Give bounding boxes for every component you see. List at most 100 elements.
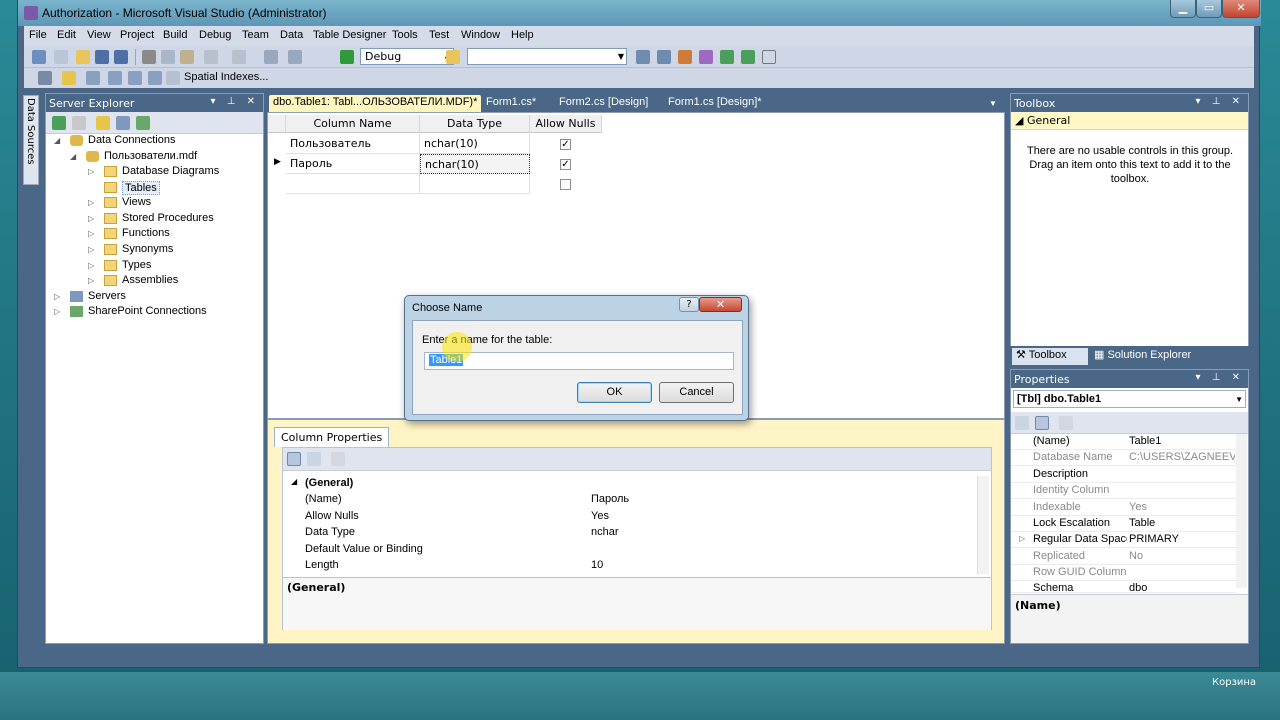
cell-data-type[interactable]: nchar(10) [420,134,530,154]
title-bar[interactable]: Authorization - Microsoft Visual Studio … [18,0,1261,26]
menu-team[interactable]: Team [242,29,269,41]
recycle-bin-label[interactable]: Корзина [1212,677,1256,688]
tree-item-functions[interactable]: ▷ Functions [88,227,258,243]
vertical-scrollbar[interactable] [1236,434,1247,588]
property-row-length[interactable]: Length 10 [283,558,983,574]
column-header-allow-nulls[interactable]: Allow Nulls [530,115,602,133]
tree-item-synonyms[interactable]: ▷ Synonyms [88,243,258,259]
stop-refresh-icon[interactable] [72,116,86,130]
menu-view[interactable]: View [87,29,111,41]
property-value[interactable]: Table [1129,517,1235,529]
menu-window[interactable]: Window [461,29,500,41]
check-constraints-icon[interactable] [128,71,142,85]
copy-icon[interactable] [161,50,175,64]
alphabetical-icon[interactable] [1035,416,1049,430]
spatial-indexes-icon[interactable] [166,71,180,85]
property-row-regular-data-space[interactable]: ▷ Regular Data Space S PRIMARY [1011,532,1236,548]
expand-arrow-icon[interactable]: ▷ [88,167,94,176]
help-button[interactable]: ? [679,297,699,312]
start-page-icon[interactable] [720,50,734,64]
panel-pin-close-icons[interactable]: ▾ ⊥ ✕ [1196,96,1244,107]
redo-icon[interactable] [232,50,246,64]
property-row-description[interactable]: Description [1011,467,1236,483]
menu-edit[interactable]: Edit [57,29,76,41]
cell-column-name[interactable]: Пароль [286,154,420,174]
menu-file[interactable]: File [29,29,47,41]
tab-column-properties[interactable]: Column Properties [274,427,390,447]
menu-tools[interactable]: Tools [392,29,418,41]
cell-column-name[interactable]: Пользователь [286,134,420,154]
xml-indexes-icon[interactable] [148,71,162,85]
collapse-arrow-icon[interactable]: ◢ [70,152,76,161]
close-button[interactable]: ✕ [1222,0,1260,18]
tree-item-views[interactable]: ▷ Views [88,196,258,212]
cell-column-name[interactable] [286,174,420,194]
allow-nulls-checkbox[interactable]: ✓ [560,139,571,150]
solution-explorer-icon[interactable] [636,50,650,64]
key-icon[interactable] [62,71,76,85]
collapse-arrow-icon[interactable]: ◢ [291,477,297,486]
navigate-back-icon[interactable] [264,50,278,64]
expand-arrow-icon[interactable]: ▷ [88,214,94,223]
table-name-input[interactable]: Table1 [424,352,734,370]
property-row-name[interactable]: (Name) Table1 [1011,434,1236,450]
property-row-data-type[interactable]: Data Type nchar [283,525,983,541]
undo-icon[interactable] [204,50,218,64]
new-project-icon[interactable] [32,50,46,64]
ok-button[interactable]: OK [577,382,652,403]
property-pages-icon[interactable] [1059,416,1073,430]
properties-object-select[interactable]: [Tbl] dbo.Table1 ▼ [1013,390,1246,408]
expand-arrow-icon[interactable]: ▷ [54,292,60,301]
find-combo[interactable]: ▼ [467,48,627,65]
property-value[interactable]: Table1 [1129,435,1235,447]
expand-arrow-icon[interactable]: ▷ [88,229,94,238]
tab-form2-design[interactable]: Form2.cs [Design] [555,95,652,112]
property-row-allow-nulls[interactable]: Allow Nulls Yes [283,509,983,525]
tree-item-sharepoint-connections[interactable]: ▷ SharePoint Connections [54,305,254,321]
menu-help[interactable]: Help [511,29,534,41]
cancel-button[interactable]: Cancel [659,382,734,403]
menu-data[interactable]: Data [280,29,303,41]
tree-item-database[interactable]: ◢ Пользователи.mdf [70,150,260,166]
collapse-arrow-icon[interactable]: ◢ [54,136,60,145]
tab-toolbox[interactable]: ⚒ Toolbox [1012,348,1088,365]
property-value[interactable]: nchar [591,526,619,538]
property-row-database-name[interactable]: Database Name C:\USERS\ZAGNEEV\DO [1011,450,1236,466]
expand-arrow-icon[interactable]: ▷ [88,276,94,285]
property-row-name[interactable]: (Name) Пароль [283,492,983,508]
tree-item-types[interactable]: ▷ Types [88,259,258,275]
navigate-forward-icon[interactable] [288,50,302,64]
menu-project[interactable]: Project [120,29,154,41]
allow-nulls-checkbox[interactable]: ✓ [560,159,571,170]
property-row-identity-column[interactable]: Identity Column [1011,483,1236,499]
property-row-replicated[interactable]: Replicated No [1011,549,1236,565]
minimize-button[interactable]: ▁ [1170,0,1196,18]
property-value[interactable]: dbo [1129,582,1235,592]
column-header-data-type[interactable]: Data Type [420,115,530,133]
refresh-icon[interactable] [52,116,66,130]
manage-indexes-icon[interactable] [108,71,122,85]
connect-to-sharepoint-icon[interactable] [136,116,150,130]
tree-item-stored-procedures[interactable]: ▷ Stored Procedures [88,212,258,228]
menu-debug[interactable]: Debug [199,29,231,41]
cell-data-type[interactable]: nchar(10) [420,154,530,174]
toolbox-icon[interactable] [699,50,713,64]
extension-manager-icon[interactable] [741,50,755,64]
column-header-column-name[interactable]: Column Name [286,115,420,133]
connect-to-database-icon[interactable] [96,116,110,130]
categorized-icon[interactable] [1015,416,1029,430]
property-value[interactable]: 10 [591,559,603,571]
menu-build[interactable]: Build [163,29,187,41]
data-sources-side-tab[interactable]: Data Sources [23,95,39,185]
property-value[interactable]: Yes [591,510,609,522]
tree-item-assemblies[interactable]: ▷ Assemblies [88,274,258,290]
properties-window-icon[interactable] [657,50,671,64]
cut-icon[interactable] [142,50,156,64]
vertical-scrollbar[interactable] [977,476,989,574]
property-row-row-guid-column[interactable]: Row GUID Column [1011,565,1236,581]
tree-item-tables[interactable]: Tables [88,181,258,197]
tab-table-designer[interactable]: dbo.Table1: Tabl...ОЛЬЗОВАТЕЛИ.MDF)* [269,95,482,112]
tree-item-servers[interactable]: ▷ Servers [54,290,254,306]
tab-form1-cs[interactable]: Form1.cs* [482,95,540,112]
property-pages-icon[interactable] [331,452,345,466]
